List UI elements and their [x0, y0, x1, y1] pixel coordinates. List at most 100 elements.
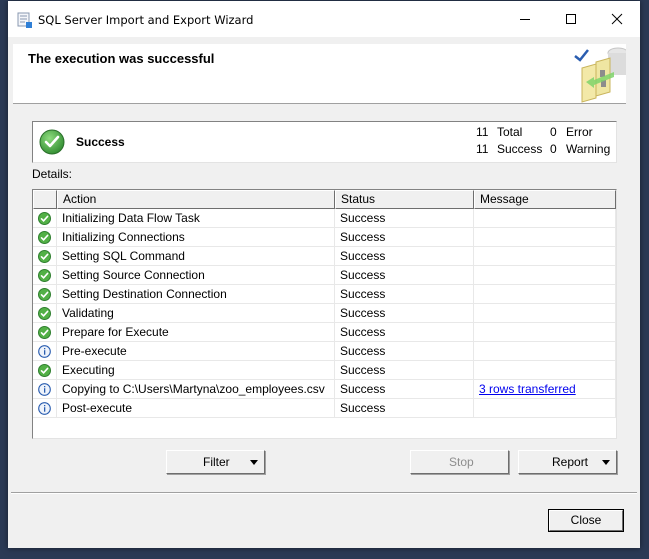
column-header-status[interactable]: Status [335, 190, 474, 209]
action-cell: Executing [57, 361, 335, 380]
column-header-icon[interactable] [33, 190, 57, 209]
dropdown-arrow-icon [602, 460, 610, 465]
action-cell: Setting Destination Connection [57, 285, 335, 304]
report-button[interactable]: Report [518, 450, 617, 474]
filter-button[interactable]: Filter [166, 450, 265, 474]
wizard-window: SQL Server Import and Export Wizard The … [8, 1, 640, 548]
status-cell: Success [335, 342, 474, 361]
success-label: Success [497, 142, 543, 156]
status-cell: Success [335, 228, 474, 247]
action-cell: Pre-execute [57, 342, 335, 361]
minimize-icon [520, 19, 530, 20]
success-check-icon [39, 129, 65, 155]
summary-panel: Success 11 Total 0 Error 11 Success 0 Wa… [32, 121, 617, 163]
row-icon-cell [33, 342, 57, 361]
success-check-icon [38, 364, 51, 377]
app-icon [17, 12, 33, 28]
action-cell: Setting Source Connection [57, 266, 335, 285]
table-row[interactable]: Post-execute Success [33, 399, 616, 418]
table-row[interactable]: Prepare for Execute Success [33, 323, 616, 342]
title-bar: SQL Server Import and Export Wizard [8, 1, 640, 37]
status-cell: Success [335, 380, 474, 399]
page-title: The execution was successful [28, 51, 215, 66]
wizard-success-art-icon [574, 44, 629, 103]
row-icon-cell [33, 399, 57, 418]
info-icon [38, 402, 51, 415]
details-grid: Action Status Message Initializing Data … [32, 189, 617, 439]
footer-divider [11, 492, 637, 494]
row-icon-cell [33, 380, 57, 399]
table-row[interactable]: Executing Success [33, 361, 616, 380]
table-row[interactable]: Setting Destination Connection Success [33, 285, 616, 304]
error-count: 0 [550, 125, 557, 139]
row-icon-cell [33, 228, 57, 247]
summary-status-label: Success [76, 135, 125, 149]
table-row[interactable]: Validating Success [33, 304, 616, 323]
warning-label: Warning [566, 142, 611, 156]
row-icon-cell [33, 323, 57, 342]
message-link[interactable]: 3 rows transferred [479, 382, 576, 396]
action-cell: Initializing Connections [57, 228, 335, 247]
status-cell: Success [335, 304, 474, 323]
action-cell: Prepare for Execute [57, 323, 335, 342]
action-cell: Initializing Data Flow Task [57, 209, 335, 228]
minimize-button[interactable] [502, 1, 548, 37]
success-check-icon [38, 307, 51, 320]
success-check-icon [38, 288, 51, 301]
message-cell [474, 285, 616, 304]
wizard-header: The execution was successful [13, 44, 629, 104]
details-label: Details: [32, 167, 73, 181]
message-cell: 3 rows transferred [474, 380, 616, 399]
error-label: Error [566, 125, 593, 139]
action-cell: Post-execute [57, 399, 335, 418]
info-icon [38, 345, 51, 358]
success-check-icon [38, 231, 51, 244]
message-cell [474, 266, 616, 285]
status-cell: Success [335, 361, 474, 380]
window-title: SQL Server Import and Export Wizard [38, 13, 254, 27]
success-check-icon [38, 250, 51, 263]
close-button[interactable]: Close [548, 509, 624, 532]
close-window-button[interactable] [594, 1, 640, 37]
status-cell: Success [335, 209, 474, 228]
message-cell [474, 304, 616, 323]
message-cell [474, 228, 616, 247]
maximize-button[interactable] [548, 1, 594, 37]
success-check-icon [38, 326, 51, 339]
total-label: Total [497, 125, 523, 139]
action-cell: Setting SQL Command [57, 247, 335, 266]
grid-header: Action Status Message [33, 190, 616, 209]
dropdown-arrow-icon [250, 460, 258, 465]
table-row[interactable]: Copying to C:\Users\Martyna\zoo_employee… [33, 380, 616, 399]
row-icon-cell [33, 247, 57, 266]
report-button-label: Report [552, 455, 589, 469]
stop-button[interactable]: Stop [410, 450, 509, 474]
filter-button-label: Filter [203, 455, 230, 469]
row-icon-cell [33, 285, 57, 304]
row-icon-cell [33, 266, 57, 285]
message-cell [474, 209, 616, 228]
column-header-message[interactable]: Message [474, 190, 616, 209]
status-cell: Success [335, 285, 474, 304]
message-cell [474, 399, 616, 418]
column-header-action[interactable]: Action [57, 190, 335, 209]
success-check-icon [38, 269, 51, 282]
stop-button-label: Stop [449, 455, 474, 469]
message-cell [474, 342, 616, 361]
action-cell: Validating [57, 304, 335, 323]
close-icon [611, 13, 623, 25]
table-row[interactable]: Initializing Data Flow Task Success [33, 209, 616, 228]
message-cell [474, 323, 616, 342]
table-row[interactable]: Setting SQL Command Success [33, 247, 616, 266]
status-cell: Success [335, 399, 474, 418]
table-row[interactable]: Initializing Connections Success [33, 228, 616, 247]
table-row[interactable]: Setting Source Connection Success [33, 266, 616, 285]
success-check-icon [38, 212, 51, 225]
total-count: 11 [476, 125, 489, 139]
row-icon-cell [33, 209, 57, 228]
success-count: 11 [476, 142, 489, 156]
warning-count: 0 [550, 142, 557, 156]
table-row[interactable]: Pre-execute Success [33, 342, 616, 361]
status-cell: Success [335, 323, 474, 342]
status-cell: Success [335, 266, 474, 285]
